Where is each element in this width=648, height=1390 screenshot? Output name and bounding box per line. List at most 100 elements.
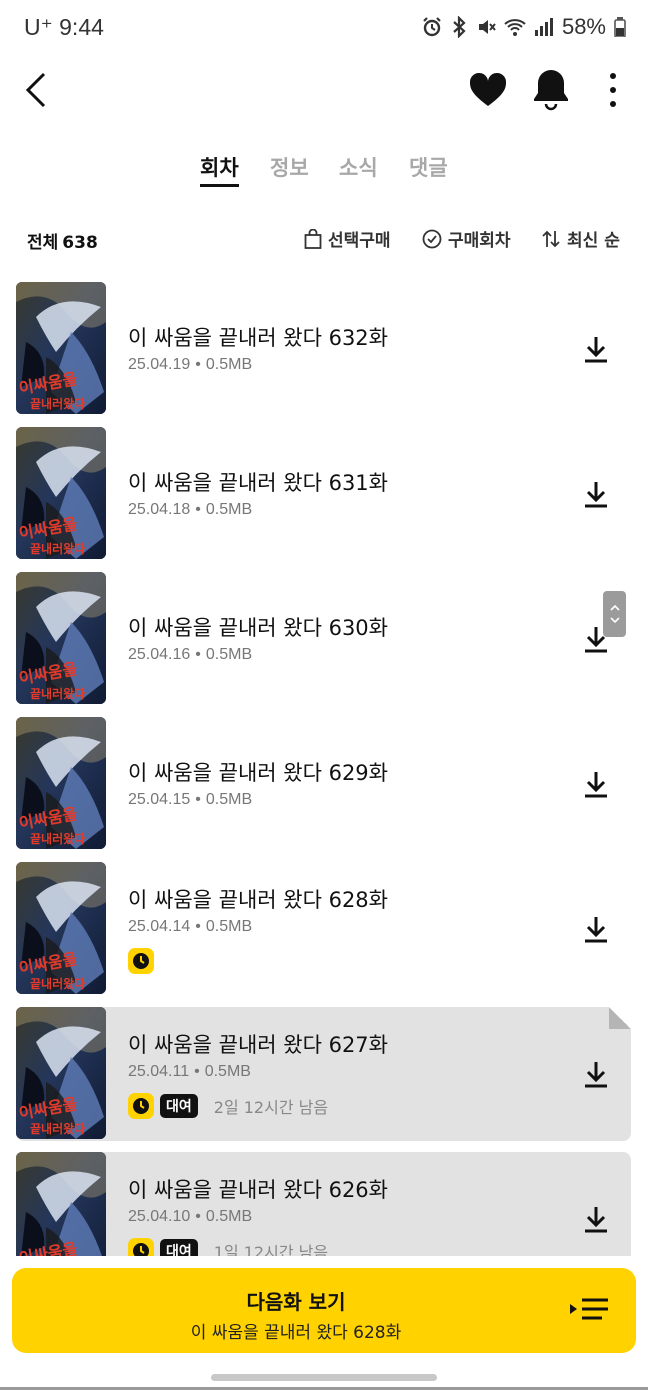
select-buy-button[interactable]: 선택구매 (304, 226, 391, 251)
rental-badge: 대여 (160, 1094, 198, 1118)
episode-thumbnail (16, 282, 106, 414)
episode-meta: 25.04.10 • 0.5MB (128, 1208, 253, 1225)
next-episode-subtitle: 이 싸움을 끝내러 왔다 628화 (190, 1323, 402, 1343)
home-indicator[interactable] (211, 1374, 437, 1381)
play-list-icon[interactable] (568, 1296, 610, 1326)
purchased-filter-button[interactable]: 구매회차 (422, 226, 511, 251)
rental-remaining: 1일 12시간 남음 (213, 1243, 329, 1256)
episode-row-current[interactable]: 이 싸움을 끝내러 왔다 627화 25.04.11 • 0.5MB 대여 2일 1… (16, 1007, 631, 1141)
episode-size: 0.5MB (205, 791, 253, 808)
purchased-label: 구매회차 (448, 231, 511, 251)
episode-size: 0.5MB (205, 356, 253, 373)
episode-row[interactable]: 이 싸움을 끝내러 왔다 631화 25.04.18 • 0.5MB (16, 425, 631, 559)
favorite-button[interactable] (466, 68, 510, 112)
episode-row[interactable]: 이 싸움을 끝내러 왔다 630화 25.04.16 • 0.5MB (16, 570, 631, 704)
episode-badges (128, 948, 154, 974)
tab-info[interactable]: 정보 (270, 152, 309, 182)
list-toolbar: 전체 638 선택구매 구매회차 최신 순 (0, 220, 648, 256)
episode-title: 이 싸움을 끝내러 왔다 630화 (128, 616, 388, 640)
battery-icon (614, 17, 626, 37)
tab-episodes[interactable]: 회차 (200, 152, 239, 182)
episode-title: 이 싸움을 끝내러 왔다 631화 (128, 471, 388, 495)
mute-icon (478, 20, 496, 34)
episode-meta: 25.04.15 • 0.5MB (128, 791, 253, 808)
episode-title: 이 싸움을 끝내러 왔다 628화 (128, 888, 388, 912)
episode-thumbnail (16, 862, 106, 994)
episode-badges: 대여 2일 12시간 남음 (128, 1093, 328, 1119)
rental-remaining: 2일 12시간 남음 (213, 1098, 329, 1117)
download-icon[interactable] (582, 479, 610, 509)
episode-row[interactable]: 이 싸움을 끝내러 왔다 632화 25.04.19 • 0.5MB (16, 280, 631, 414)
episode-thumbnail (16, 717, 106, 849)
episode-row[interactable]: 이 싸움을 끝내러 왔다 629화 25.04.15 • 0.5MB (16, 715, 631, 849)
episode-meta: 25.04.19 • 0.5MB (128, 356, 253, 373)
status-bar: U⁺ 9:44 58% (0, 0, 648, 56)
episode-title: 이 싸움을 끝내러 왔다 626화 (128, 1178, 388, 1202)
episode-date: 25.04.14 (128, 918, 191, 935)
sort-button[interactable]: 최신 순 (541, 226, 620, 251)
episode-date: 25.04.10 (128, 1208, 191, 1225)
scroll-arrows-icon (609, 604, 620, 624)
episode-date: 25.04.15 (128, 791, 191, 808)
episode-size: 0.5MB (205, 501, 253, 518)
more-button[interactable] (598, 70, 628, 110)
wifi-icon (504, 19, 526, 36)
tab-comments[interactable]: 댓글 (409, 152, 448, 182)
select-buy-label: 선택구매 (328, 231, 391, 251)
episode-row[interactable]: 이 싸움을 끝내러 왔다 626화 25.04.10 • 0.5MB 대여 1일 1… (16, 1152, 631, 1256)
fast-scroll-handle[interactable] (603, 591, 626, 637)
heart-icon (469, 72, 507, 106)
check-circle-icon (422, 229, 442, 248)
top-bar (0, 60, 648, 120)
episode-date: 25.04.16 (128, 646, 191, 663)
status-icons: 58% (422, 14, 626, 40)
notification-button[interactable] (530, 66, 572, 112)
download-icon[interactable] (582, 769, 610, 799)
shopping-bag-icon (304, 228, 322, 249)
download-icon[interactable] (582, 914, 610, 944)
total-number: 638 (62, 233, 98, 253)
episode-meta: 25.04.18 • 0.5MB (128, 501, 253, 518)
episode-date: 25.04.19 (128, 356, 191, 373)
corner-fold-shade (609, 1007, 631, 1029)
download-icon[interactable] (582, 1059, 610, 1089)
episode-title: 이 싸움을 끝내러 왔다 632화 (128, 326, 388, 350)
active-tab-indicator (200, 184, 239, 187)
episode-thumbnail (16, 572, 106, 704)
tab-bar: 회차 정보 소식 댓글 (0, 140, 648, 190)
episode-date: 25.04.11 (128, 1063, 190, 1080)
back-button[interactable] (20, 68, 60, 112)
tab-news[interactable]: 소식 (339, 152, 378, 182)
clock-icon (128, 948, 154, 974)
more-vertical-icon (610, 73, 616, 107)
episode-thumbnail (16, 1152, 106, 1256)
episode-size: 0.5MB (205, 646, 253, 663)
episode-size: 0.5MB (205, 918, 253, 935)
carrier-label: U⁺ (24, 14, 53, 40)
download-icon[interactable] (582, 1204, 610, 1234)
episode-badges: 대여 1일 12시간 남음 (128, 1238, 328, 1256)
episode-title: 이 싸움을 끝내러 왔다 629화 (128, 761, 388, 785)
episode-title: 이 싸움을 끝내러 왔다 627화 (128, 1033, 388, 1057)
episode-list: 이 싸움을 끝내러 왔다 632화 25.04.19 • 0.5MB 이 싸움을 끝… (0, 278, 648, 1256)
status-time: U⁺ 9:44 (24, 14, 104, 41)
sort-icon (542, 230, 560, 247)
episode-row[interactable]: 이 싸움을 끝내러 왔다 628화 25.04.14 • 0.5MB (16, 860, 631, 994)
episode-meta: 25.04.11 • 0.5MB (128, 1063, 251, 1080)
episode-date: 25.04.18 (128, 501, 191, 518)
episode-size: 0.5MB (205, 1208, 253, 1225)
total-label: 전체 (27, 233, 59, 253)
bell-icon (534, 70, 568, 111)
alarm-icon (423, 17, 441, 37)
episode-thumbnail (16, 427, 106, 559)
bluetooth-icon (453, 16, 466, 38)
total-count: 전체 638 (27, 228, 102, 253)
sort-label: 최신 순 (567, 231, 620, 251)
download-icon[interactable] (582, 334, 610, 364)
episode-size: 0.5MB (204, 1063, 251, 1080)
signal-icon (534, 18, 553, 36)
next-episode-button[interactable]: 다음화 보기 이 싸움을 끝내러 왔다 628화 (12, 1268, 636, 1353)
episode-thumbnail (16, 1007, 106, 1139)
chevron-left-icon (25, 72, 46, 108)
rental-badge: 대여 (160, 1239, 198, 1256)
